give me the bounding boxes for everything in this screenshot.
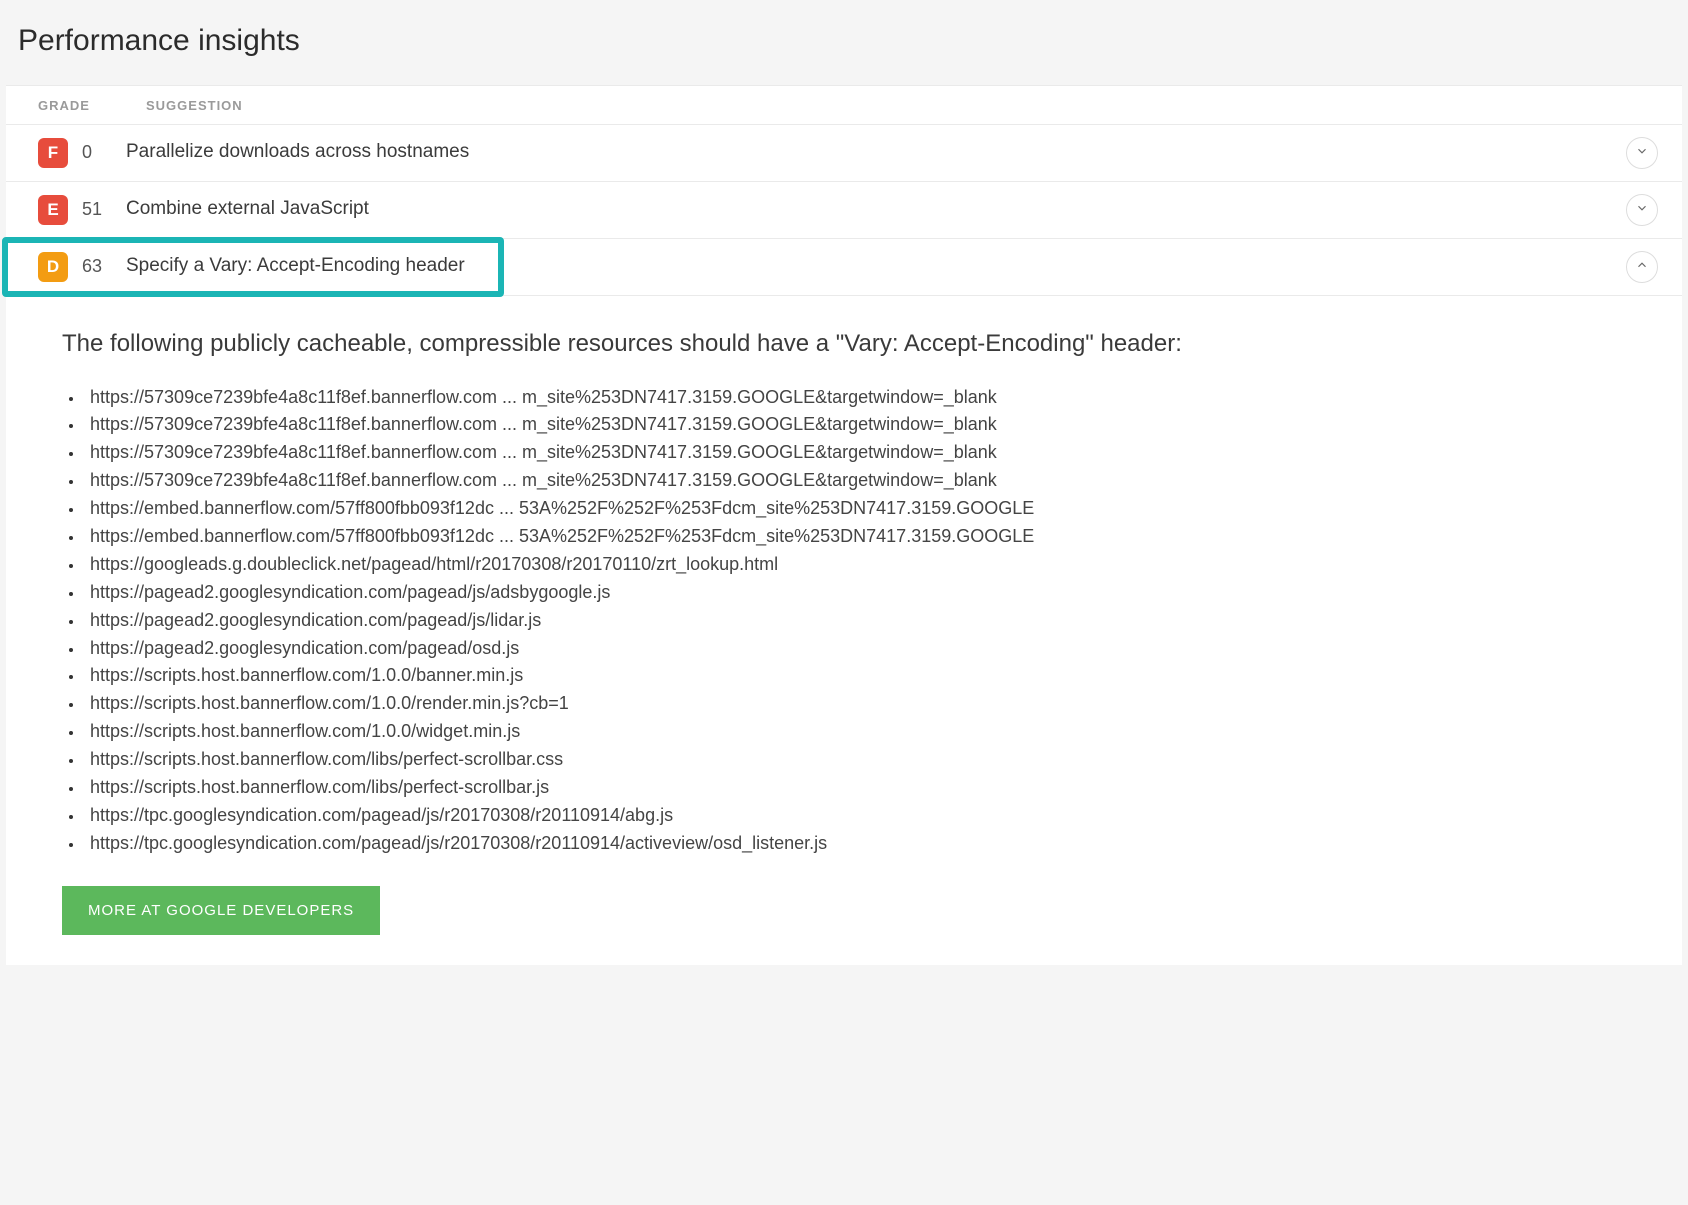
insight-row[interactable]: D 63 Specify a Vary: Accept-Encoding hea…: [6, 239, 1682, 296]
list-item: https://embed.bannerflow.com/57ff800fbb0…: [84, 495, 1626, 523]
list-item: https://pagead2.googlesyndication.com/pa…: [84, 635, 1626, 663]
list-item: https://scripts.host.bannerflow.com/1.0.…: [84, 690, 1626, 718]
list-item: https://57309ce7239bfe4a8c11f8ef.bannerf…: [84, 439, 1626, 467]
list-item: https://scripts.host.bannerflow.com/1.0.…: [84, 662, 1626, 690]
insight-detail: The following publicly cacheable, compre…: [6, 296, 1682, 965]
grade-badge: D: [38, 252, 68, 282]
detail-url-list: https://57309ce7239bfe4a8c11f8ef.bannerf…: [62, 384, 1626, 858]
list-item: https://tpc.googlesyndication.com/pagead…: [84, 830, 1626, 858]
table-header-row: GRADE SUGGESTION: [6, 85, 1682, 125]
suggestion-text: Specify a Vary: Accept-Encoding header: [126, 252, 1626, 281]
list-item: https://scripts.host.bannerflow.com/libs…: [84, 746, 1626, 774]
list-item: https://embed.bannerflow.com/57ff800fbb0…: [84, 523, 1626, 551]
detail-intro: The following publicly cacheable, compre…: [62, 326, 1626, 362]
list-item: https://scripts.host.bannerflow.com/libs…: [84, 774, 1626, 802]
header-grade: GRADE: [38, 96, 146, 116]
expand-toggle[interactable]: [1626, 194, 1658, 226]
suggestion-text: Parallelize downloads across hostnames: [126, 138, 1626, 167]
list-item: https://57309ce7239bfe4a8c11f8ef.bannerf…: [84, 467, 1626, 495]
chevron-up-icon: [1635, 253, 1649, 280]
page-title: Performance insights: [0, 0, 1688, 85]
grade-score: 63: [68, 253, 126, 280]
chevron-down-icon: [1635, 139, 1649, 166]
grade-score: 51: [68, 196, 126, 223]
grade-score: 0: [68, 139, 126, 166]
insights-panel: GRADE SUGGESTION F 0 Parallelize downloa…: [6, 85, 1682, 965]
list-item: https://googleads.g.doubleclick.net/page…: [84, 551, 1626, 579]
list-item: https://pagead2.googlesyndication.com/pa…: [84, 607, 1626, 635]
expand-toggle[interactable]: [1626, 251, 1658, 283]
insight-row[interactable]: F 0 Parallelize downloads across hostnam…: [6, 125, 1682, 182]
more-at-google-developers-button[interactable]: MORE AT GOOGLE DEVELOPERS: [62, 886, 380, 935]
list-item: https://scripts.host.bannerflow.com/1.0.…: [84, 718, 1626, 746]
expand-toggle[interactable]: [1626, 137, 1658, 169]
insight-row[interactable]: E 51 Combine external JavaScript: [6, 182, 1682, 239]
grade-badge: E: [38, 195, 68, 225]
list-item: https://57309ce7239bfe4a8c11f8ef.bannerf…: [84, 384, 1626, 412]
list-item: https://pagead2.googlesyndication.com/pa…: [84, 579, 1626, 607]
grade-badge: F: [38, 138, 68, 168]
chevron-down-icon: [1635, 196, 1649, 223]
suggestion-text: Combine external JavaScript: [126, 195, 1626, 224]
list-item: https://57309ce7239bfe4a8c11f8ef.bannerf…: [84, 411, 1626, 439]
header-suggestion: SUGGESTION: [146, 96, 1658, 116]
list-item: https://tpc.googlesyndication.com/pagead…: [84, 802, 1626, 830]
